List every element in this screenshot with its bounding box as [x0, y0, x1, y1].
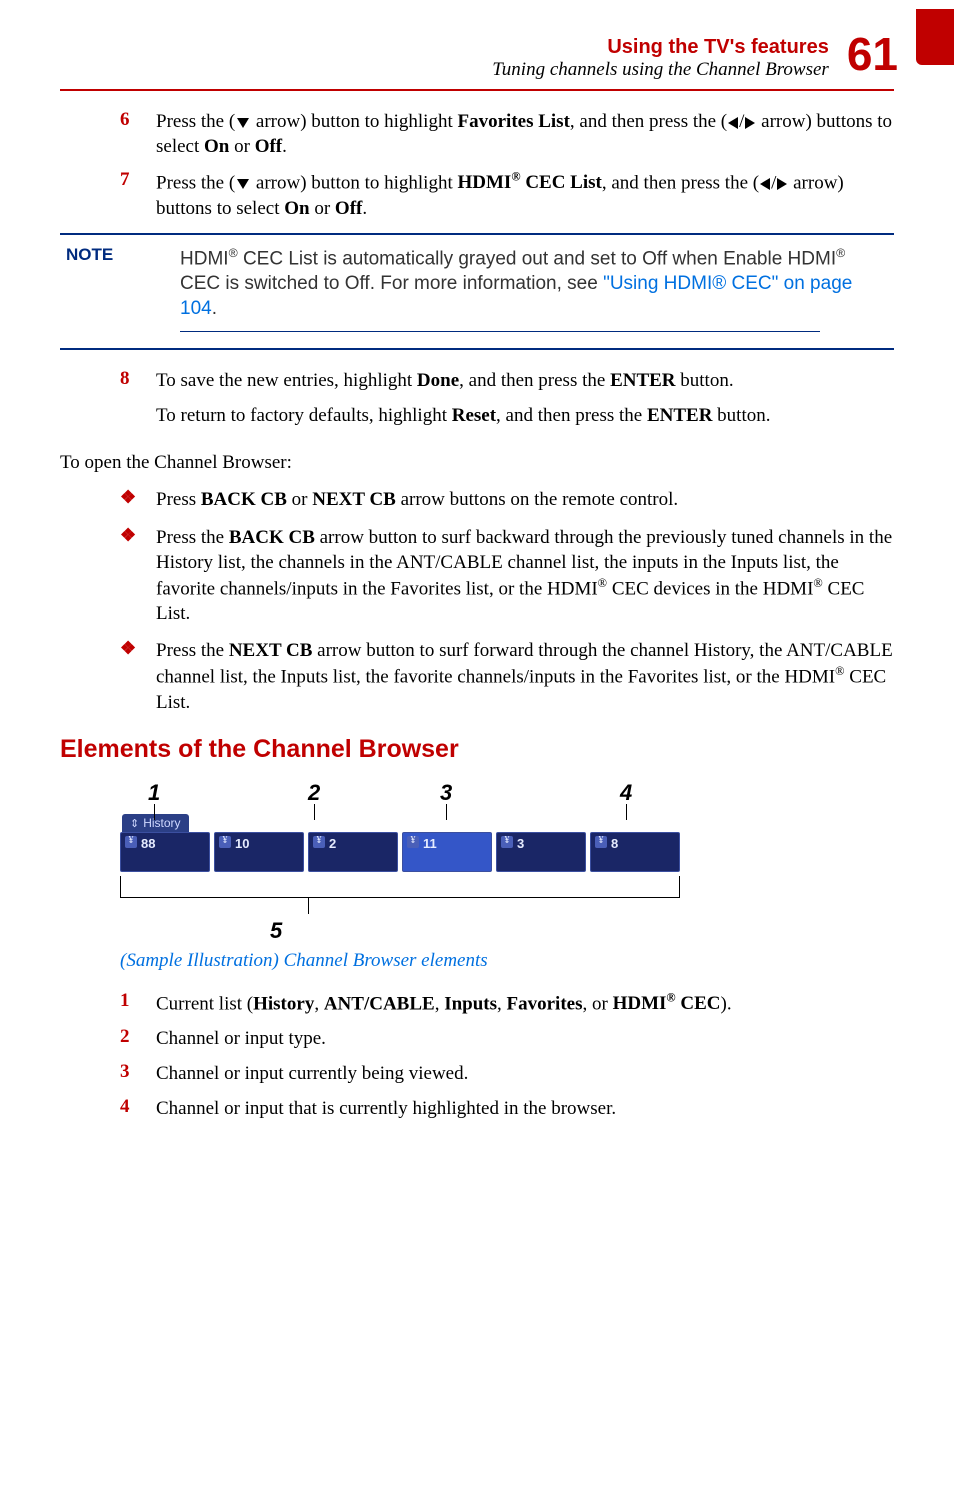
- legend-item-4: 4 Channel or input that is currently hig…: [120, 1096, 894, 1121]
- legend-text: Channel or input type.: [156, 1026, 326, 1051]
- note-label: NOTE: [60, 245, 180, 333]
- header-rule: [60, 89, 894, 91]
- callout-1: 1: [148, 780, 160, 806]
- page-number: 61: [847, 34, 898, 75]
- step-number: 6: [120, 109, 156, 159]
- antenna-icon: ¥: [313, 836, 325, 848]
- right-arrow-icon: [777, 178, 787, 190]
- step-number: 7: [120, 169, 156, 220]
- header-text-block: Using the TV's features Tuning channels …: [492, 36, 829, 81]
- legend-item-1: 1 Current list (History, ANT/CABLE, Inpu…: [120, 990, 894, 1016]
- callout-5: 5: [270, 918, 894, 944]
- diamond-bullet-icon: ❖: [120, 487, 156, 512]
- step-text: To save the new entries, highlight Done,…: [156, 368, 770, 440]
- page: Using the TV's features Tuning channels …: [0, 0, 954, 1171]
- page-header: Using the TV's features Tuning channels …: [60, 36, 894, 81]
- step-text: Press the ( arrow) button to highlight F…: [156, 109, 894, 159]
- bullet-item: ❖ Press the BACK CB arrow button to surf…: [120, 525, 894, 627]
- antenna-icon: ¥: [219, 836, 231, 848]
- note-block: NOTE HDMI® CEC List is automatically gra…: [60, 233, 894, 351]
- down-arrow-icon: [237, 118, 249, 128]
- bullet-item: ❖ Press BACK CB or NEXT CB arrow buttons…: [120, 487, 894, 512]
- corner-tab-icon: [916, 9, 954, 65]
- step-text: Press the ( arrow) button to highlight H…: [156, 169, 894, 220]
- figure-bottom-bracket: [120, 876, 680, 898]
- channel-cell-selected: ¥11: [402, 832, 492, 872]
- channel-cell: ¥10: [214, 832, 304, 872]
- channel-browser-figure: 1 2 3 4 ⇕History ¥88 ¥10 ¥2 ¥11 ¥3 ¥8: [120, 780, 894, 944]
- figure-top-labels: 1 2 3 4: [120, 780, 680, 814]
- callout-5-stem: [308, 898, 309, 914]
- legend-item-3: 3 Channel or input currently being viewe…: [120, 1061, 894, 1086]
- step-8-return: To return to factory defaults, highlight…: [156, 403, 770, 428]
- legend-number: 4: [120, 1096, 156, 1121]
- updown-icon: ⇕: [130, 817, 139, 830]
- channel-cell: ¥88: [120, 832, 210, 872]
- antenna-icon: ¥: [501, 836, 513, 848]
- left-arrow-icon: [760, 178, 770, 190]
- bullet-text: Press the NEXT CB arrow button to surf f…: [156, 638, 894, 715]
- history-tab: ⇕History: [120, 814, 894, 832]
- step-8: 8 To save the new entries, highlight Don…: [120, 368, 894, 440]
- right-arrow-icon: [745, 117, 755, 129]
- diamond-bullet-icon: ❖: [120, 638, 156, 715]
- channel-cell: ¥3: [496, 832, 586, 872]
- antenna-icon: ¥: [125, 836, 137, 848]
- legend-text: Channel or input currently being viewed.: [156, 1061, 468, 1086]
- callout-3: 3: [440, 780, 452, 806]
- note-inner-rule: [180, 331, 820, 332]
- callout-4: 4: [620, 780, 632, 806]
- legend-number: 2: [120, 1026, 156, 1051]
- open-browser-line: To open the Channel Browser:: [60, 450, 894, 475]
- step-6: 6 Press the ( arrow) button to highlight…: [120, 109, 894, 159]
- header-subtitle: Tuning channels using the Channel Browse…: [492, 59, 829, 81]
- channel-cell: ¥2: [308, 832, 398, 872]
- note-body-wrap: HDMI® CEC List is automatically grayed o…: [180, 245, 894, 333]
- step-7: 7 Press the ( arrow) button to highlight…: [120, 169, 894, 220]
- callout-2: 2: [308, 780, 320, 806]
- page-number-block: 61: [847, 34, 894, 75]
- antenna-icon: ¥: [407, 836, 419, 848]
- bullet-text: Press the BACK CB arrow button to surf b…: [156, 525, 894, 627]
- diamond-bullet-icon: ❖: [120, 525, 156, 627]
- legend-number: 1: [120, 990, 156, 1016]
- bullet-text: Press BACK CB or NEXT CB arrow buttons o…: [156, 487, 678, 512]
- legend-number: 3: [120, 1061, 156, 1086]
- down-arrow-icon: [237, 179, 249, 189]
- body-content: 6 Press the ( arrow) button to highlight…: [60, 109, 894, 1121]
- antenna-icon: ¥: [595, 836, 607, 848]
- left-arrow-icon: [728, 117, 738, 129]
- channel-cell: ¥8: [590, 832, 680, 872]
- step-number: 8: [120, 368, 156, 440]
- section-heading: Elements of the Channel Browser: [60, 735, 894, 764]
- channel-strip: ¥88 ¥10 ¥2 ¥11 ¥3 ¥8: [120, 832, 680, 872]
- note-body: HDMI® CEC List is automatically grayed o…: [180, 245, 894, 322]
- legend-text: Channel or input that is currently highl…: [156, 1096, 616, 1121]
- bullet-item: ❖ Press the NEXT CB arrow button to surf…: [120, 638, 894, 715]
- header-title: Using the TV's features: [492, 36, 829, 59]
- figure-caption: (Sample Illustration) Channel Browser el…: [120, 950, 894, 972]
- legend-item-2: 2 Channel or input type.: [120, 1026, 894, 1051]
- legend-text: Current list (History, ANT/CABLE, Inputs…: [156, 990, 732, 1016]
